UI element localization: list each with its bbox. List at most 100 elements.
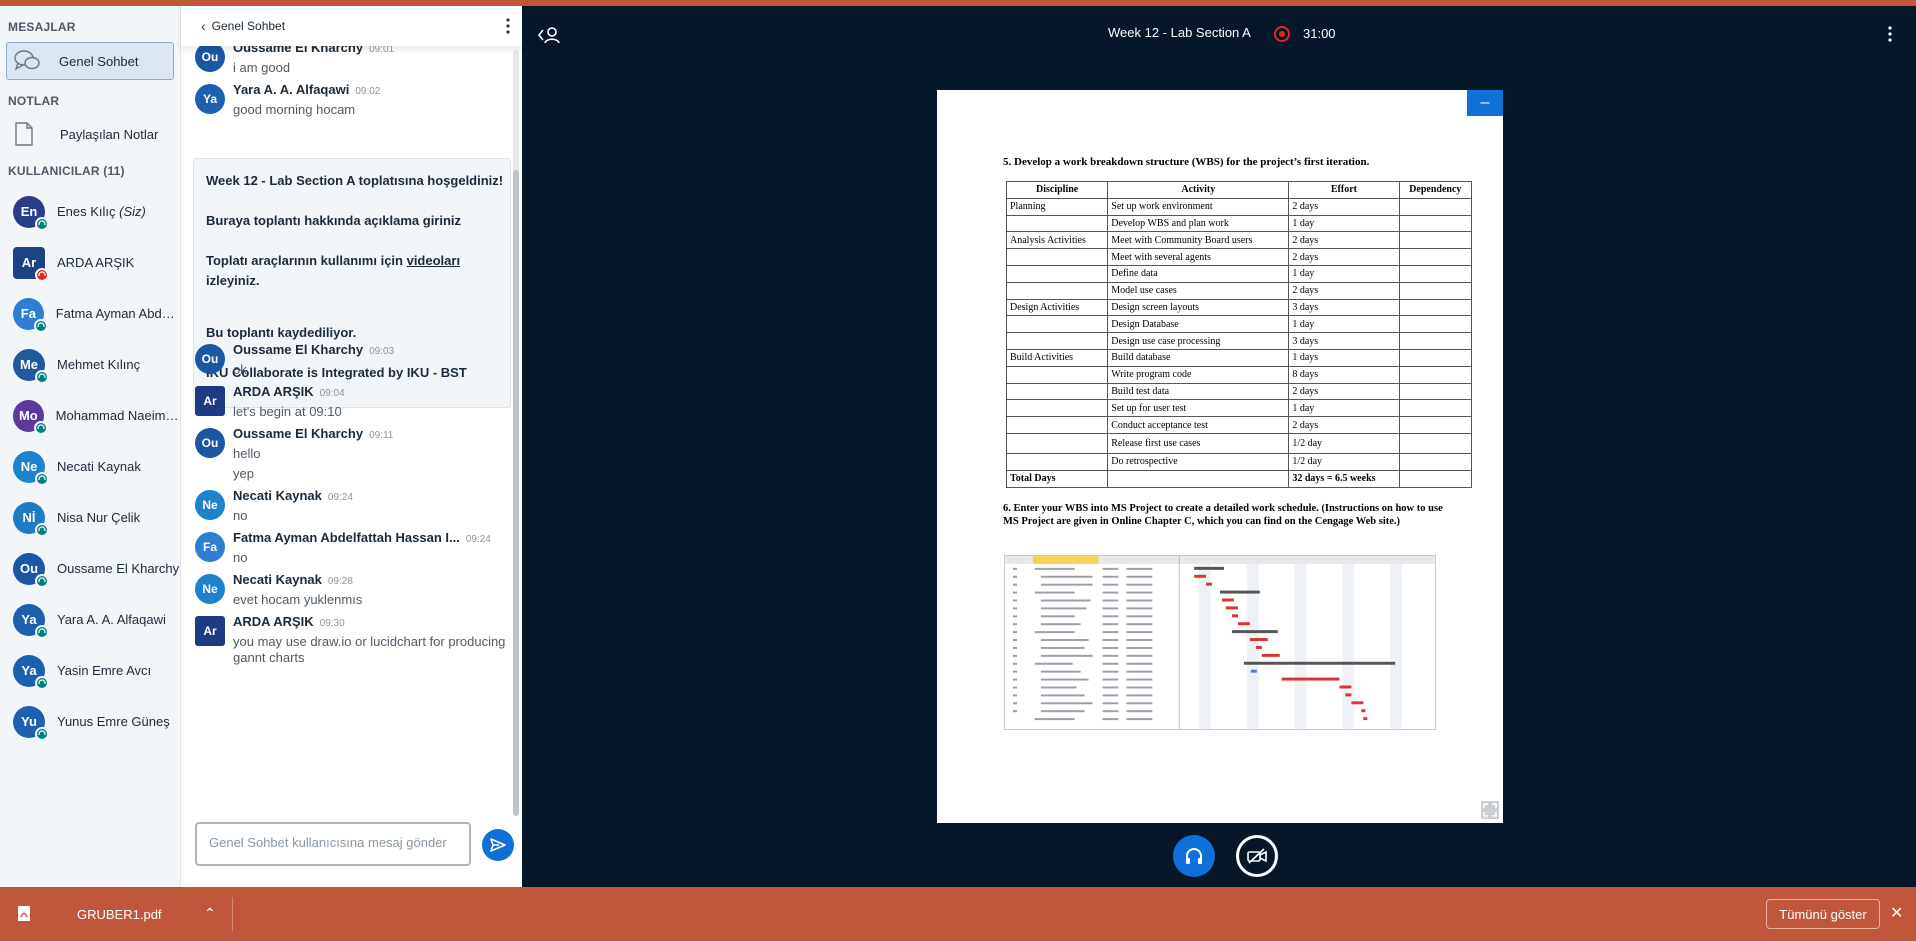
user-item[interactable]: Fa Fatma Ayman Abdelf... (0, 288, 181, 339)
wbs-cell: Develop WBS and plan work (1107, 214, 1290, 233)
total-value: 32 days = 6.5 weeks (1288, 469, 1400, 488)
wbs-cell (1005, 281, 1109, 300)
user-name: Nisa Nur Çelik (57, 510, 140, 525)
wbs-cell (1398, 264, 1473, 283)
wbs-cell (1398, 332, 1473, 350)
chat-header[interactable]: ‹ Genel Sohbet (181, 6, 522, 46)
user-item[interactable]: Me Mehmet Kılınç (0, 339, 181, 390)
wbs-cell: Build database (1107, 348, 1290, 367)
welcome-line: Toplatı araçlarının kullanımı için video… (206, 251, 510, 291)
wbs-row: Design Activities Design screen layouts 3 … (1005, 298, 1473, 317)
headphones-icon (35, 675, 49, 690)
user-item[interactable]: Ar ARDA ARŞIK (0, 237, 181, 288)
chevron-up-icon[interactable]: ⌃ (204, 905, 216, 922)
toggle-users-icon[interactable] (538, 26, 560, 44)
avatar: Ou (195, 344, 225, 374)
chat-scrollbar[interactable] (513, 50, 519, 816)
avatar: Ar (13, 246, 49, 282)
wbs-cell: 2 days (1288, 416, 1400, 434)
video-button[interactable] (1236, 835, 1278, 877)
minimize-presentation-button[interactable]: – (1467, 90, 1503, 116)
message-time: 09:28 (327, 576, 353, 587)
user-item[interactable]: Ya Yara A. A. Alfaqawi (0, 594, 181, 645)
wbs-cell: Set up for user test (1107, 399, 1290, 418)
message-input[interactable]: Genel Sohbet kullanıcısına mesaj gönder (195, 822, 471, 866)
more-options-icon[interactable] (1888, 26, 1892, 42)
fullscreen-button[interactable] (1481, 801, 1499, 819)
wbs-cell: 2 days (1288, 197, 1400, 216)
message-text: yep (233, 466, 254, 481)
sender-name: Fatma Ayman Abdelfattah Hassan I... (233, 530, 460, 545)
gantt-chart-image (1004, 555, 1436, 730)
user-item[interactable]: Ne Necati Kaynak (0, 441, 181, 492)
message-time: 09:03 (369, 346, 395, 357)
recording-indicator-icon[interactable] (1274, 26, 1290, 42)
avatar: Ya (13, 654, 49, 690)
wbs-cell: 1 day (1288, 264, 1400, 283)
wbs-cell: Write program code (1107, 365, 1290, 384)
message-time: 09:04 (319, 388, 345, 399)
wbs-cell (1398, 298, 1473, 317)
message-list: Week 12 - Lab Section A toplatısına hoşg… (181, 46, 511, 821)
message-sender: Yara A. A. Alfaqawi 09:02 (233, 82, 380, 97)
user-item[interactable]: Mo Mohammad Naeim F... (0, 390, 181, 441)
welcome-line: Week 12 - Lab Section A toplatısına hoşg… (206, 173, 504, 188)
sender-name: Oussame El Kharchy (233, 342, 364, 357)
user-name-text: Oussame El Kharchy (57, 561, 180, 576)
user-name: Yasin Emre Avcı (57, 663, 151, 678)
user-name: Necati Kaynak (57, 459, 141, 474)
wbs-cell: Planning (1005, 197, 1109, 216)
total-label: Total Days (1005, 469, 1109, 488)
download-file-name[interactable]: GRUBER1.pdf (77, 907, 162, 922)
wbs-row: Set up for user test 1 day (1005, 399, 1473, 418)
wbs-cell (1005, 214, 1109, 233)
wbs-cell (1398, 469, 1473, 488)
welcome-text: izleyiniz. (206, 273, 260, 288)
headphones-icon (35, 522, 49, 537)
headphones-icon (35, 624, 49, 639)
wbs-row: Release first use cases 1/2 day (1005, 432, 1473, 454)
wbs-cell: 8 days (1288, 365, 1400, 384)
wbs-cell: Build Activities (1005, 348, 1109, 367)
wbs-cell (1398, 197, 1473, 216)
audio-button[interactable] (1173, 835, 1215, 877)
slide-heading-6: 6. Enter your WBS into MS Project to cre… (1003, 503, 1443, 527)
user-name-text: Mehmet Kılınç (57, 357, 141, 372)
user-item[interactable]: Nİ Nisa Nur Çelik (0, 492, 181, 543)
wbs-cell (1005, 264, 1109, 283)
pdf-file-icon[interactable] (18, 906, 30, 921)
user-item[interactable]: Yu Yunus Emre Güneş (0, 696, 181, 747)
user-name: ARDA ARŞIK (57, 255, 134, 270)
wbs-row: Build Activities Build database 1 days (1005, 348, 1473, 367)
user-item[interactable]: Ya Yasin Emre Avcı (0, 645, 181, 696)
message-time: 09:24 (465, 534, 491, 545)
user-name-text: Fatma Ayman Abdelf... (55, 306, 181, 321)
wbs-column-header: Effort (1288, 181, 1400, 199)
shared-notes-item[interactable]: Paylaşılan Notlar (0, 114, 180, 154)
show-all-button[interactable]: Tümünü göster (1766, 899, 1880, 929)
message-time: 09:30 (319, 618, 345, 629)
sender-name: Oussame El Kharchy (233, 46, 364, 55)
videos-link[interactable]: videoları (407, 253, 460, 268)
welcome-line: Buraya toplantı hakkında açıklama girini… (206, 213, 462, 228)
avatar: Nİ (13, 501, 49, 537)
wbs-cell (1005, 382, 1109, 401)
message-time: 09:01 (369, 46, 395, 55)
chat-title: Genel Sohbet (211, 19, 286, 33)
user-item[interactable]: En Enes Kılıç (Siz) (0, 186, 181, 237)
more-options-icon[interactable] (506, 18, 510, 34)
user-item[interactable]: Ou Oussame El Kharchy (0, 543, 181, 594)
wbs-cell (1005, 399, 1109, 418)
wbs-row: Design use case processing 3 days (1005, 332, 1473, 350)
send-button[interactable] (482, 829, 514, 861)
headphones-icon (35, 216, 49, 231)
headphones-icon (33, 420, 48, 435)
chevron-left-icon[interactable]: ‹ (201, 18, 206, 34)
wbs-cell: Build test data (1107, 382, 1290, 401)
wbs-row: Build test data 2 days (1005, 382, 1473, 401)
wbs-cell: Design screen layouts (1107, 298, 1290, 317)
public-chat-item[interactable]: Genel Sohbet (6, 42, 174, 80)
scrollbar-thumb[interactable] (513, 170, 519, 816)
chat-panel: ‹ Genel Sohbet Week 12 - Lab Section A t… (181, 6, 522, 887)
close-icon[interactable]: ✕ (1890, 903, 1903, 923)
